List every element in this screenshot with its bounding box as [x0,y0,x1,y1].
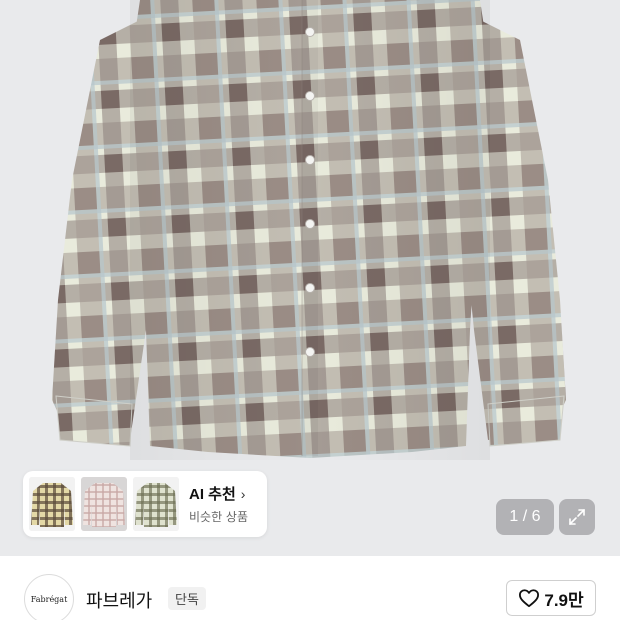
similar-product-thumb-1[interactable] [29,477,75,531]
ai-recommend-title-row: AI 추천 › [189,483,248,504]
similar-product-thumb-3[interactable] [133,477,179,531]
image-counter: 1 / 6 [496,499,554,535]
yellow-plaid-shirt [29,477,75,531]
heart-outline-icon [519,589,540,608]
pink-check-shirt [81,477,127,531]
expand-image-button[interactable] [559,499,595,535]
similar-product-thumb-2[interactable] [81,477,127,531]
ai-recommend-title: AI 추천 [189,486,236,503]
brand-logo-text: Fabrégat [30,594,68,604]
exclusive-badge: 단독 [168,587,206,610]
chevron-right-icon: › [240,485,246,502]
like-count: 7.9만 [544,590,584,610]
brand-name[interactable]: 파브레가 [86,587,152,613]
product-image-area[interactable]: AI 추천 › 비슷한 상품 1 / 6 [0,0,620,556]
brand-bar: Fabrégat 파브레가 단독 7.9만 [0,556,620,620]
ai-recommend-text[interactable]: AI 추천 › 비슷한 상품 [189,483,248,525]
ai-recommend-subtitle: 비슷한 상품 [189,510,249,524]
ai-recommend-card[interactable]: AI 추천 › 비슷한 상품 [23,471,267,537]
expand-icon [569,509,585,525]
like-button[interactable]: 7.9만 [506,580,596,616]
green-plaid-shirt [133,477,179,531]
brand-logo[interactable]: Fabrégat [24,574,74,620]
